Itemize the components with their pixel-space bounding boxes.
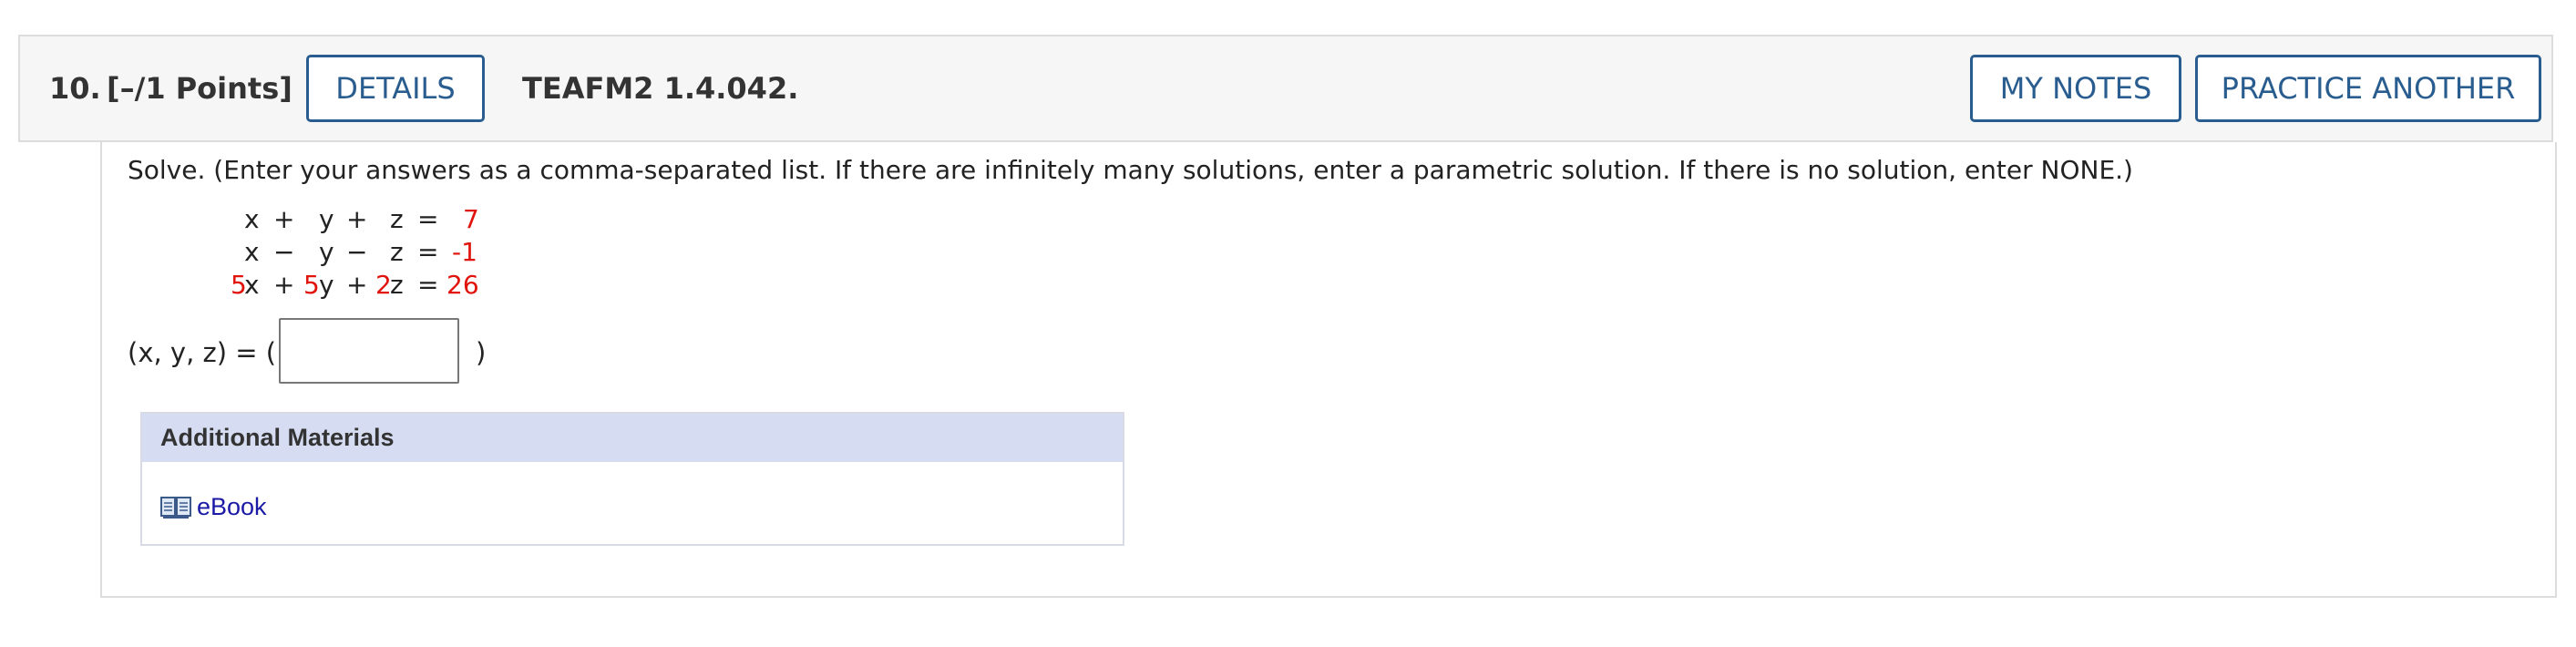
instructions-text: Solve. (Enter your answers as a comma-se…: [128, 155, 2133, 185]
eq3-z: z: [390, 270, 404, 300]
question-points: [–/1 Points]: [107, 71, 292, 106]
eq3-equals: =: [417, 270, 439, 300]
details-button[interactable]: DETAILS: [306, 55, 485, 122]
eq1-op2: +: [346, 204, 368, 234]
eq3-op2: +: [346, 270, 368, 300]
book-icon: [160, 497, 191, 519]
eq1-op1: +: [273, 204, 295, 234]
answer-label: (x, y, z) = (: [128, 337, 277, 368]
question-code: TEAFM2 1.4.042.: [522, 71, 799, 106]
practice-another-button[interactable]: PRACTICE ANOTHER: [2195, 55, 2541, 122]
ebook-label: eBook: [197, 492, 267, 520]
eq2-equals: =: [417, 237, 439, 267]
eq3-x: x: [244, 270, 260, 300]
answer-close-paren: ): [476, 337, 487, 368]
eq2-y: y: [319, 237, 334, 267]
eq1-z: z: [390, 204, 404, 234]
question-number: 10.: [49, 71, 101, 106]
eq2-op1: −: [273, 237, 295, 267]
eq2-rhs: -1: [452, 237, 477, 267]
eq2-z: z: [390, 237, 404, 267]
eq3-rhs: 26: [446, 270, 479, 300]
eq1-equals: =: [417, 204, 439, 234]
eq1-x: x: [244, 204, 260, 234]
question-header: 10. [–/1 Points] DETAILS TEAFM2 1.4.042.…: [18, 35, 2553, 142]
eq2-x: x: [244, 237, 260, 267]
additional-materials-panel: Additional Materials eBook: [140, 412, 1124, 546]
eq2-op2: −: [346, 237, 368, 267]
answer-input[interactable]: [279, 318, 459, 384]
my-notes-button[interactable]: MY NOTES: [1970, 55, 2181, 122]
eq1-rhs: 7: [463, 204, 479, 234]
ebook-link[interactable]: eBook: [160, 488, 267, 525]
eq3-y: y: [319, 270, 334, 300]
eq1-y: y: [319, 204, 334, 234]
eq3-coef-y: 5: [303, 270, 320, 300]
additional-materials-heading: Additional Materials: [142, 414, 1123, 462]
eq3-op1: +: [273, 270, 295, 300]
